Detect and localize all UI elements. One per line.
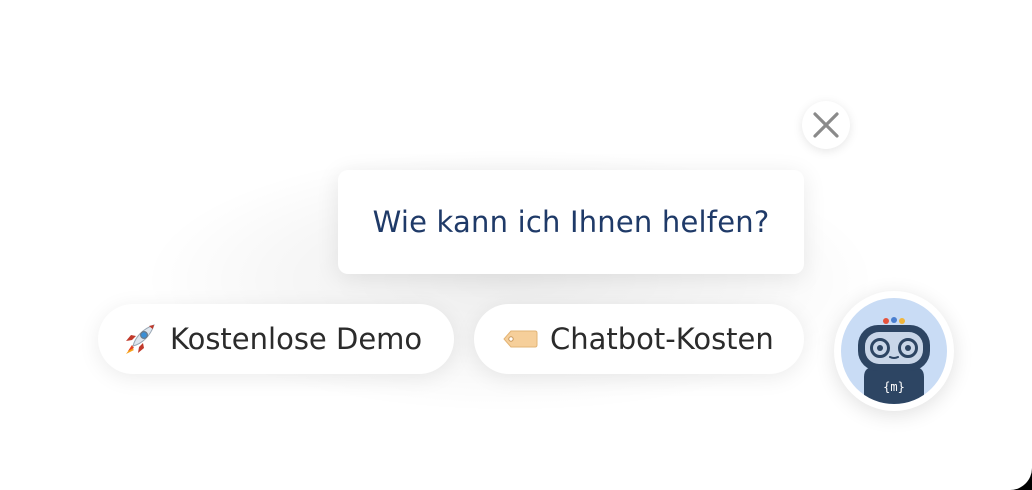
- close-icon: [813, 112, 839, 138]
- chatbot-avatar-button[interactable]: {m}: [834, 291, 954, 411]
- quick-reply-costs-label: Chatbot-Kosten: [550, 322, 774, 356]
- close-button[interactable]: [802, 101, 850, 149]
- quick-reply-demo-label: Kostenlose Demo: [170, 322, 423, 356]
- rocket-icon: [120, 319, 160, 359]
- price-tag-icon: [500, 319, 540, 359]
- robot-icon: {m}: [841, 298, 947, 404]
- quick-reply-demo-button[interactable]: Kostenlose Demo: [98, 304, 454, 374]
- greeting-bubble: Wie kann ich Ihnen helfen?: [338, 170, 804, 274]
- greeting-text: Wie kann ich Ihnen helfen?: [372, 205, 770, 239]
- quick-reply-costs-button[interactable]: Chatbot-Kosten: [474, 304, 804, 374]
- robot-badge-text: {m}: [883, 380, 905, 394]
- chat-widget-area: Wie kann ich Ihnen helfen? Kostenlose De…: [0, 0, 1032, 490]
